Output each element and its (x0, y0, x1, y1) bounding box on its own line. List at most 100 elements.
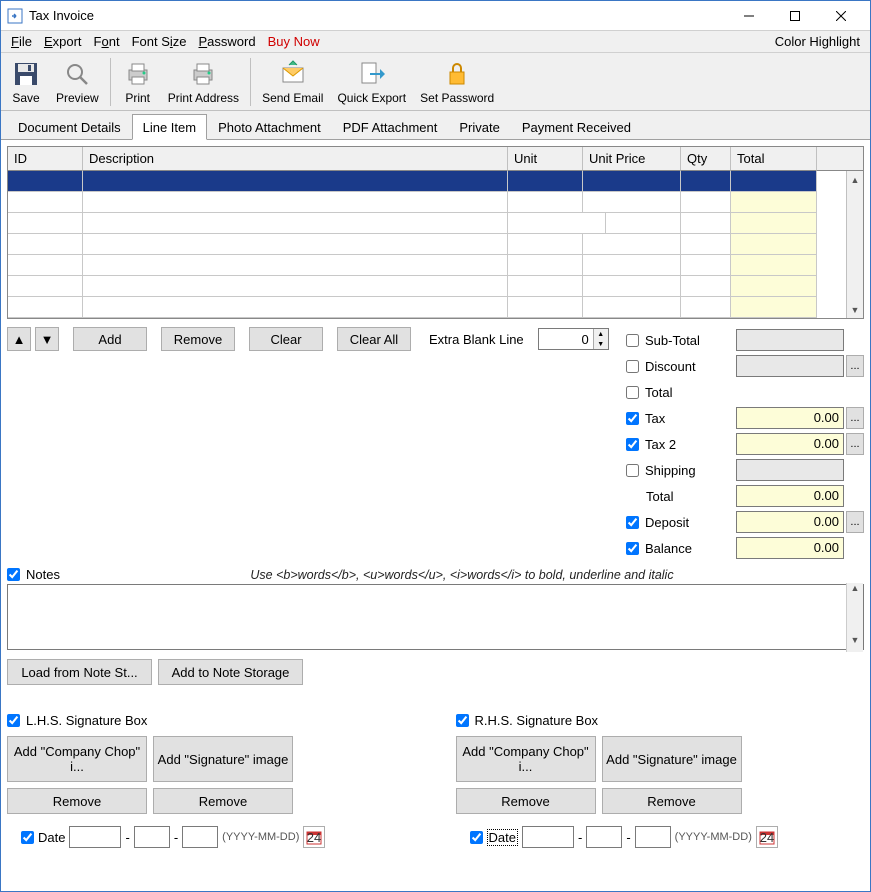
move-down-button[interactable]: ▼ (35, 327, 59, 351)
lhs-date-day[interactable] (182, 826, 218, 848)
table-row[interactable] (8, 255, 846, 276)
tax-value[interactable]: 0.00 (736, 407, 844, 429)
notes-textarea[interactable] (7, 584, 864, 650)
rhs-remove-sig-button[interactable]: Remove (602, 788, 742, 814)
add-button[interactable]: Add (73, 327, 147, 351)
tax-checkbox[interactable] (626, 412, 639, 425)
scroll-down-icon[interactable]: ▼ (847, 635, 863, 652)
spin-up-icon[interactable]: ▲ (594, 329, 608, 339)
subtotal-checkbox[interactable] (626, 334, 639, 347)
set-password-button[interactable]: Set Password (413, 55, 501, 109)
menu-export[interactable]: Export (38, 32, 88, 51)
discount-more-button[interactable]: ... (846, 355, 864, 377)
close-button[interactable] (818, 1, 864, 31)
deposit-value[interactable]: 0.00 (736, 511, 844, 533)
discount-checkbox[interactable] (626, 360, 639, 373)
minimize-button[interactable] (726, 1, 772, 31)
deposit-checkbox[interactable] (626, 516, 639, 529)
menu-colorhighlight[interactable]: Color Highlight (769, 32, 866, 51)
menu-fontsize[interactable]: Font Size (126, 32, 193, 51)
col-unit-price[interactable]: Unit Price (583, 147, 681, 171)
save-button[interactable]: Save (3, 55, 49, 109)
extra-blank-spinner[interactable]: ▲▼ (538, 328, 609, 350)
add-note-button[interactable]: Add to Note Storage (158, 659, 303, 685)
tax2-value[interactable]: 0.00 (736, 433, 844, 455)
tab-photo-attachment[interactable]: Photo Attachment (207, 114, 332, 139)
line-items-grid: ID Description Unit Unit Price Qty Total… (7, 146, 864, 319)
quick-export-button[interactable]: Quick Export (330, 55, 413, 109)
notes-checkbox[interactable] (7, 568, 20, 581)
scroll-down-icon[interactable]: ▼ (847, 301, 863, 318)
col-description[interactable]: Description (83, 147, 508, 171)
tab-payment-received[interactable]: Payment Received (511, 114, 642, 139)
lhs-add-sig-button[interactable]: Add "Signature" image (153, 736, 293, 782)
notes-hint: Use <b>words</b>, <u>words</u>, <i>words… (60, 568, 864, 582)
print-button[interactable]: Print (115, 55, 161, 109)
deposit-more-button[interactable]: ... (846, 511, 864, 533)
shipping-checkbox[interactable] (626, 464, 639, 477)
rhs-sig-checkbox[interactable] (456, 714, 469, 727)
tab-private[interactable]: Private (448, 114, 510, 139)
print-address-button[interactable]: Print Address (161, 55, 246, 109)
rhs-add-chop-button[interactable]: Add "Company Chop" i... (456, 736, 596, 782)
scroll-up-icon[interactable]: ▲ (847, 171, 863, 188)
lhs-date-checkbox[interactable] (21, 831, 34, 844)
grid-actions: ▲ ▼ Add Remove Clear Clear All Extra Bla… (7, 327, 626, 351)
lhs-calendar-button[interactable]: 24 (303, 826, 325, 848)
lhs-date-year[interactable] (69, 826, 121, 848)
menu-buynow[interactable]: Buy Now (262, 32, 326, 51)
preview-button[interactable]: Preview (49, 55, 106, 109)
tab-pdf-attachment[interactable]: PDF Attachment (332, 114, 449, 139)
rhs-date-day[interactable] (635, 826, 671, 848)
rhs-date-month[interactable] (586, 826, 622, 848)
rhs-remove-chop-button[interactable]: Remove (456, 788, 596, 814)
spin-down-icon[interactable]: ▼ (594, 339, 608, 349)
send-email-button[interactable]: Send Email (255, 55, 330, 109)
rhs-date-checkbox[interactable] (470, 831, 483, 844)
tax2-checkbox[interactable] (626, 438, 639, 451)
col-unit[interactable]: Unit (508, 147, 583, 171)
totals-panel: Sub-Total Discount... Total Tax0.00... T… (626, 327, 864, 561)
col-qty[interactable]: Qty (681, 147, 731, 171)
menubar: File Export Font Font Size Password Buy … (1, 31, 870, 53)
notes-scrollbar[interactable]: ▲ ▼ (846, 583, 863, 652)
table-row[interactable] (8, 171, 846, 192)
clear-all-button[interactable]: Clear All (337, 327, 411, 351)
lhs-date-month[interactable] (134, 826, 170, 848)
table-row[interactable] (8, 213, 846, 234)
clear-button[interactable]: Clear (249, 327, 323, 351)
lhs-add-chop-button[interactable]: Add "Company Chop" i... (7, 736, 147, 782)
shipping-value[interactable] (736, 459, 844, 481)
extra-blank-input[interactable] (539, 329, 593, 349)
col-total[interactable]: Total (731, 147, 817, 171)
export-icon (356, 59, 388, 89)
table-row[interactable] (8, 297, 846, 318)
tab-document-details[interactable]: Document Details (7, 114, 132, 139)
balance-checkbox[interactable] (626, 542, 639, 555)
load-note-button[interactable]: Load from Note St... (7, 659, 152, 685)
rhs-calendar-button[interactable]: 24 (756, 826, 778, 848)
move-up-button[interactable]: ▲ (7, 327, 31, 351)
table-row[interactable] (8, 234, 846, 255)
rhs-add-sig-button[interactable]: Add "Signature" image (602, 736, 742, 782)
total1-checkbox[interactable] (626, 386, 639, 399)
scroll-up-icon[interactable]: ▲ (847, 583, 863, 600)
rhs-date-year[interactable] (522, 826, 574, 848)
grid-rows[interactable] (8, 171, 846, 318)
remove-button[interactable]: Remove (161, 327, 235, 351)
discount-value[interactable] (736, 355, 844, 377)
menu-font[interactable]: Font (88, 32, 126, 51)
grid-scrollbar[interactable]: ▲ ▼ (846, 171, 863, 318)
tab-line-item[interactable]: Line Item (132, 114, 207, 140)
menu-password[interactable]: Password (193, 32, 262, 51)
table-row[interactable] (8, 276, 846, 297)
tax-more-button[interactable]: ... (846, 407, 864, 429)
table-row[interactable] (8, 192, 846, 213)
lhs-remove-chop-button[interactable]: Remove (7, 788, 147, 814)
col-id[interactable]: ID (8, 147, 83, 171)
menu-file[interactable]: File (5, 32, 38, 51)
lhs-remove-sig-button[interactable]: Remove (153, 788, 293, 814)
lhs-sig-checkbox[interactable] (7, 714, 20, 727)
maximize-button[interactable] (772, 1, 818, 31)
tax2-more-button[interactable]: ... (846, 433, 864, 455)
